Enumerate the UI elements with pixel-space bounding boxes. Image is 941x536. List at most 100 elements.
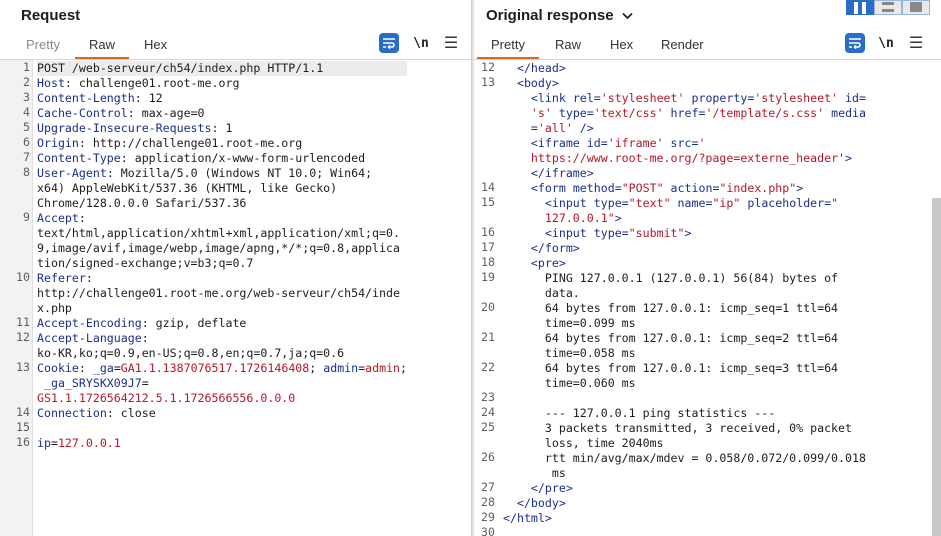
request-pane: Request Pretty Raw Hex \n ☰ 1 2 3 4 5 6 7 8 9 10 1… (0, 0, 472, 536)
code-line[interactable]: User-Agent: Mozilla/5.0 (Windows NT 10.0… (37, 166, 407, 181)
code-line[interactable]: ip=127.0.0.1 (37, 436, 407, 451)
request-tab-raw[interactable]: Raw (74, 37, 130, 59)
line-number (0, 285, 30, 300)
code-line[interactable]: data. (503, 286, 866, 301)
code-line[interactable]: <pre> (503, 256, 866, 271)
word-wrap-icon[interactable] (379, 33, 399, 53)
code-line[interactable]: 3 packets transmitted, 3 received, 0% pa… (503, 421, 866, 436)
code-line[interactable]: Chrome/128.0.0.0 Safari/537.36 (37, 196, 407, 211)
code-line[interactable]: <input type="submit"> (503, 226, 866, 241)
code-line[interactable]: Upgrade-Insecure-Requests: 1 (37, 121, 407, 136)
response-code[interactable]: </head> <body> <link rel='stylesheet' pr… (503, 61, 866, 536)
code-line[interactable]: 64 bytes from 127.0.0.1: icmp_seq=3 ttl=… (503, 361, 866, 376)
hamburger-menu-icon[interactable]: ☰ (441, 33, 461, 53)
hamburger-menu-icon[interactable]: ☰ (906, 33, 926, 53)
code-line[interactable]: tion/signed-exchange;v=b3;q=0.7 (37, 256, 407, 271)
code-token: type= (593, 226, 629, 240)
code-line[interactable]: Content-Type: application/x-www-form-url… (37, 151, 407, 166)
code-token: 64 bytes from 127.0.0.1: icmp_seq=2 ttl=… (503, 331, 839, 345)
layout-side-by-side-icon[interactable] (846, 0, 874, 15)
word-wrap-icon[interactable] (845, 33, 865, 53)
code-line[interactable]: Connection: close (37, 406, 407, 421)
line-number: 18 (481, 255, 495, 269)
code-line[interactable]: --- 127.0.0.1 ping statistics --- (503, 406, 866, 421)
code-line[interactable]: http://challenge01.root-me.org/web-serve… (37, 286, 407, 301)
code-line[interactable]: loss, time 2040ms (503, 436, 866, 451)
show-newlines-button[interactable]: \n (411, 33, 431, 53)
code-line[interactable]: GS1.1.1726564212.5.1.1726566556.0.0.0 (37, 391, 407, 406)
show-newlines-button[interactable]: \n (876, 33, 896, 53)
line-number (474, 210, 495, 225)
code-token: : (78, 361, 93, 375)
code-line[interactable]: Accept-Encoding: gzip, deflate (37, 316, 407, 331)
code-line[interactable]: 64 bytes from 127.0.0.1: icmp_seq=2 ttl=… (503, 331, 866, 346)
request-editor[interactable]: 1 2 3 4 5 6 7 8 9 10 11 12 13 14 15 16 POST /web-serveu… (0, 59, 472, 536)
code-line[interactable]: time=0.058 ms (503, 346, 866, 361)
code-line[interactable]: <link rel='stylesheet' property='stylesh… (503, 91, 866, 106)
code-token: rtt min/avg/max/mdev = 0.058/0.072/0.099… (503, 451, 866, 465)
code-line[interactable]: </iframe> (503, 166, 866, 181)
layout-stacked-icon[interactable] (874, 0, 902, 15)
response-tab-raw[interactable]: Raw (555, 37, 581, 52)
code-line[interactable]: </pre> (503, 481, 866, 496)
code-token: ; (400, 361, 408, 375)
code-line[interactable]: </head> (503, 61, 866, 76)
code-token: time=0.099 ms (503, 316, 636, 330)
code-line[interactable]: time=0.099 ms (503, 316, 866, 331)
code-line[interactable]: <input type="text" name="ip" placeholder… (503, 196, 866, 211)
code-line[interactable]: ko-KR,ko;q=0.9,en-US;q=0.8,en;q=0.7,ja;q… (37, 346, 407, 361)
code-line[interactable] (503, 391, 866, 406)
chevron-down-icon[interactable] (621, 8, 633, 23)
code-line[interactable]: Accept: (37, 211, 407, 226)
code-line[interactable]: PING 127.0.0.1 (127.0.0.1) 56(84) bytes … (503, 271, 866, 286)
code-line[interactable]: _ga_SRYSKX09J7= (37, 376, 407, 391)
response-tab-render[interactable]: Render (661, 37, 704, 52)
layout-single-icon[interactable] (902, 0, 930, 15)
code-line[interactable]: 's' type='text/css' href='/template/s.cs… (503, 106, 866, 121)
code-line[interactable]: </form> (503, 241, 866, 256)
code-line[interactable]: </html> (503, 511, 866, 526)
code-line[interactable]: x64) AppleWebKit/537.36 (KHTML, like Gec… (37, 181, 407, 196)
code-line[interactable]: 9,image/avif,image/webp,image/apng,*/*;q… (37, 241, 407, 256)
code-line[interactable]: 64 bytes from 127.0.0.1: icmp_seq=1 ttl=… (503, 301, 866, 316)
request-tab-pretty[interactable]: Pretty (26, 37, 60, 52)
code-line[interactable]: time=0.060 ms (503, 376, 866, 391)
code-line[interactable]: Cache-Control: max-age=0 (37, 106, 407, 121)
code-line[interactable]: Accept-Language: (37, 331, 407, 346)
code-line[interactable]: POST /web-serveur/ch54/index.php HTTP/1.… (37, 61, 408, 76)
code-line[interactable]: https://www.root-me.org/?page=externe_he… (503, 151, 866, 166)
code-line[interactable]: ='all' /> (503, 121, 866, 136)
response-title[interactable]: Original response (486, 7, 633, 24)
line-number: 20 (481, 300, 495, 314)
code-line[interactable]: Content-Length: 12 (37, 91, 407, 106)
layout-toggle[interactable] (846, 0, 930, 15)
code-line[interactable]: Referer: (37, 271, 407, 286)
request-code[interactable]: POST /web-serveur/ch54/index.php HTTP/1.… (37, 61, 408, 451)
code-line[interactable] (37, 421, 407, 436)
code-token: <form (530, 181, 573, 195)
code-token: : gzip, deflate (141, 316, 247, 330)
code-line[interactable]: <iframe id='iframe' src=' (503, 136, 866, 151)
code-line[interactable]: </body> (503, 496, 866, 511)
code-line[interactable]: 127.0.0.1"> (503, 211, 866, 226)
code-line[interactable] (503, 526, 866, 536)
code-line[interactable]: x.php (37, 301, 407, 316)
code-line[interactable]: Origin: http://challenge01.root-me.org (37, 136, 407, 151)
code-line[interactable]: text/html,application/xhtml+xml,applicat… (37, 226, 407, 241)
code-line[interactable]: ms (503, 466, 866, 481)
code-line[interactable]: rtt min/avg/max/mdev = 0.058/0.072/0.099… (503, 451, 866, 466)
code-token: Cookie (37, 361, 79, 375)
response-tab-pretty[interactable]: Pretty (477, 37, 539, 59)
request-tab-hex[interactable]: Hex (144, 37, 167, 52)
code-line[interactable]: <body> (503, 76, 866, 91)
response-scrollbar[interactable] (932, 198, 941, 536)
response-editor[interactable]: 12 13 14 15 16 17 18 19 20 21 22 23 24 25 26 27 28 29 30 <… (474, 59, 941, 536)
response-tab-hex[interactable]: Hex (610, 37, 633, 52)
code-token: Content-Type (37, 151, 121, 165)
code-line[interactable]: <form method="POST" action="index.php"> (503, 181, 866, 196)
code-line[interactable]: Cookie: _ga=GA1.1.1387076517.1726146408;… (37, 361, 407, 376)
code-line[interactable]: Host: challenge01.root-me.org (37, 76, 407, 91)
